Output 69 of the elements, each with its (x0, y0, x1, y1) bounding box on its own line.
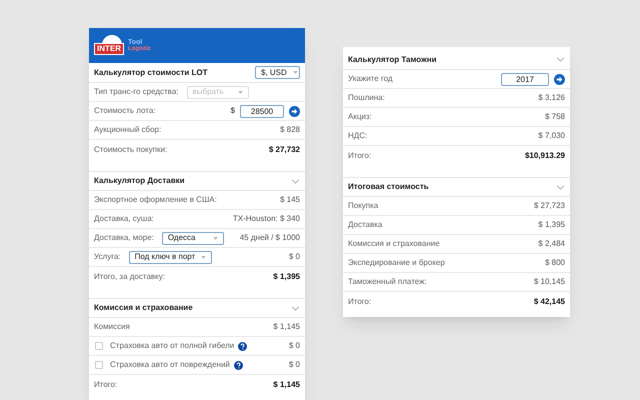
row-label: Услуга: (94, 251, 121, 263)
row-value: $ 1,145 (273, 321, 300, 333)
row-label: Аукционный сбор: (94, 124, 162, 136)
row-value: $ 27,732 (268, 144, 300, 156)
row-label: Стоимость лота: (94, 105, 156, 117)
price-field[interactable]: 28500 (240, 104, 284, 118)
row-label: Таможенный платеж: (348, 276, 427, 288)
row-value: $ 145 (280, 194, 300, 206)
row-value: $ 10,145 (534, 276, 565, 288)
dropdown[interactable]: Под ключ в порт (128, 250, 212, 264)
row-label: Итого: (348, 296, 372, 308)
caret-icon[interactable] (212, 236, 218, 240)
currency-sign: $ (230, 105, 235, 117)
row-value: $ 758 (544, 111, 565, 123)
row-label: Доставка, суша: (94, 213, 154, 225)
row-label: Тип транс-го средства: (94, 86, 179, 98)
row-value: TX-Houston: $ 340 (232, 213, 300, 225)
row-value: $ 2,484 (538, 238, 565, 250)
row-value: $ 1,145 (273, 378, 300, 390)
chevron-icon[interactable] (556, 57, 565, 62)
dropdown[interactable]: Одесса (162, 232, 224, 244)
checkbox[interactable] (95, 342, 103, 350)
section-header: Итоговая стоимость (343, 177, 570, 197)
chevron-icon[interactable] (291, 178, 300, 184)
row-value: $ 27,723 (534, 200, 565, 212)
help-icon[interactable] (234, 360, 243, 370)
row-label: Итого, за доставку: (94, 270, 165, 282)
row-value: $ 1,395 (538, 219, 565, 231)
caret-icon[interactable] (292, 71, 298, 74)
row-label: Укажите год (348, 73, 393, 85)
row-label: Акциз: (348, 111, 372, 123)
chevron-icon[interactable] (291, 306, 300, 310)
caret-icon[interactable] (201, 256, 206, 258)
row-value: $ 800 (544, 257, 565, 269)
row-label: Доставка (348, 219, 382, 231)
section-header: Калькулятор Доставки (89, 171, 305, 191)
row-label: Комиссия и страхование (348, 238, 440, 250)
row-label: Комиссия (94, 321, 130, 333)
row-label: Экспедирование и брокер (348, 257, 445, 269)
row-label: Итого: (94, 378, 118, 390)
row-value: $ 0 (288, 251, 300, 263)
row-label: Доставка, море: (94, 232, 154, 244)
row-value: $ 3,126 (538, 92, 565, 104)
row-value: 45 дней / $ 1000 (240, 232, 300, 244)
row-label: Страховка авто от полной гибели (110, 340, 234, 352)
section-header: Комиссия и страхование (89, 298, 305, 318)
section-header: Калькулятор стоимости LOT $, USD (89, 63, 305, 83)
row-label: Итого: (348, 150, 372, 162)
row-value: $ 7,030 (538, 130, 565, 142)
row-label: Стоимость покупки: (94, 144, 168, 156)
row-value: $ 828 (280, 124, 300, 136)
row-label: Пошлина: (348, 92, 385, 104)
row-value: $ 1,395 (273, 270, 300, 282)
checkbox[interactable] (95, 361, 103, 369)
row-value: $10,913.29 (524, 150, 565, 162)
row-value: $ 0 (288, 340, 300, 352)
row-value: $ 0 (288, 359, 300, 371)
help-icon[interactable] (238, 342, 248, 350)
row-label: Экспортное оформление в США: (94, 194, 217, 206)
arrow-button-icon[interactable] (554, 74, 565, 84)
row-label: Страховка авто от повреждений (110, 359, 230, 371)
chevron-icon[interactable] (556, 184, 565, 190)
row-label: НДС: (348, 130, 368, 142)
year-field[interactable]: 2017 (501, 72, 549, 86)
arrow-button-icon[interactable] (289, 106, 300, 116)
row-label: Покупка (348, 200, 378, 212)
dropdown[interactable]: $, USD (255, 66, 300, 79)
section-header: Калькулятор Таможни (343, 50, 570, 70)
row-value: $ 42,145 (534, 296, 565, 308)
